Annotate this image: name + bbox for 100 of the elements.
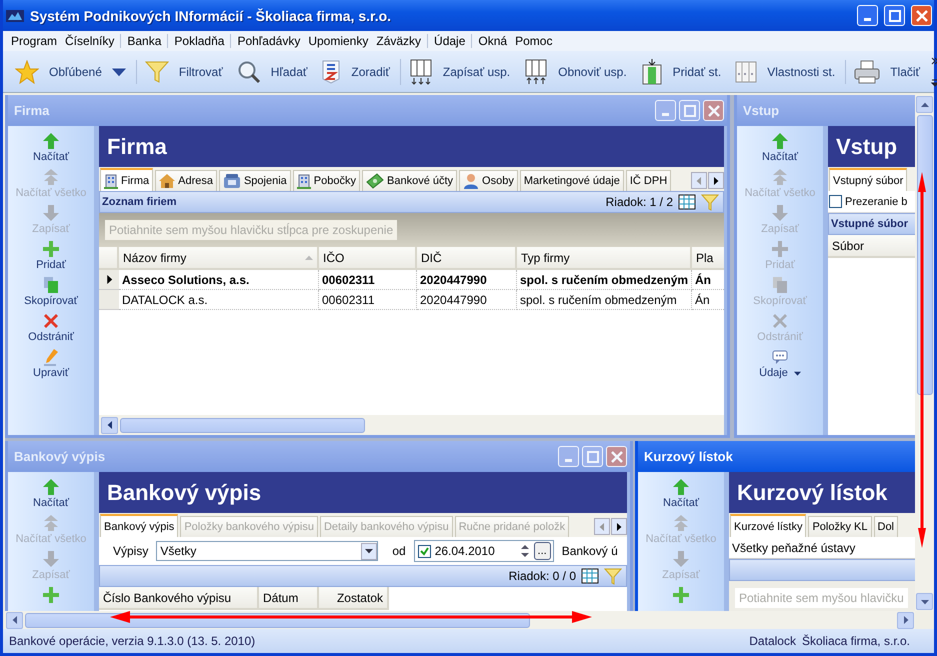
tab[interactable]: Kurzové lístky (730, 514, 806, 537)
toolbar-button[interactable]: Filtrovať (136, 60, 229, 84)
tab[interactable]: Vstupný súbor (829, 168, 908, 191)
statements-dropdown[interactable]: Všetky (156, 541, 378, 561)
maximize-button[interactable] (582, 446, 603, 467)
action-button[interactable]: Načítať (663, 478, 699, 509)
menu-item[interactable]: Pomoc (511, 34, 556, 48)
maximize-icon (684, 104, 696, 116)
minimize-button[interactable] (857, 5, 878, 26)
tab[interactable]: Marketingové údaje (520, 170, 624, 191)
grid-icon (678, 194, 696, 210)
table-cell: spol. s ručením obmedzeným (517, 270, 692, 290)
minimize-icon (662, 113, 669, 116)
action-button[interactable]: Odstrániť (28, 312, 74, 343)
close-icon (770, 312, 789, 330)
down-arrow-icon (42, 550, 60, 568)
columns-down-icon (408, 58, 433, 84)
right-arrow-icon (712, 176, 720, 184)
menu-item[interactable]: Údaje (427, 34, 470, 48)
tab[interactable]: Osoby (459, 170, 518, 191)
action-button[interactable] (672, 586, 690, 604)
tab[interactable]: Položky KL (808, 516, 872, 537)
tab[interactable]: IČ DPH (626, 170, 672, 191)
toolbar-button[interactable]: Obľúbené (9, 60, 132, 84)
column-header[interactable]: DIČ (417, 247, 517, 270)
close-button[interactable] (703, 100, 724, 121)
action-button[interactable] (42, 586, 60, 604)
minimize-button[interactable] (558, 446, 579, 467)
section-title: Zoznam firiem (102, 196, 177, 208)
down-arrow-icon (672, 550, 690, 568)
menu-item[interactable]: Upomienky (304, 34, 372, 48)
column-header[interactable]: Názov firmy (119, 247, 319, 270)
toolbar-button[interactable]: Hľadať (230, 60, 314, 84)
checkbox[interactable] (418, 544, 431, 558)
plus-icon (771, 240, 789, 258)
column-header[interactable]: Pla (692, 247, 724, 270)
close-button[interactable] (606, 446, 627, 467)
tab[interactable]: Firma (100, 168, 154, 191)
calendar-button[interactable]: ... (534, 542, 551, 560)
table-cell: 2020447990 (417, 270, 517, 290)
column-header[interactable]: Dátum (259, 587, 319, 610)
maximize-button[interactable] (884, 5, 905, 26)
menu-item[interactable]: Okná (471, 34, 512, 48)
action-button[interactable]: Údaje (759, 348, 801, 379)
column-header[interactable]: Zostatok (319, 587, 389, 610)
tab[interactable]: Dol (874, 516, 898, 537)
menu-item[interactable]: Záväzky (372, 34, 426, 48)
column-header[interactable]: Súbor (828, 235, 915, 258)
column-header[interactable]: IČO (319, 247, 417, 270)
horizontal-scrollbar[interactable] (5, 611, 915, 629)
menu-item[interactable]: Banka (120, 34, 166, 48)
menu-item[interactable]: Pokladňa (167, 34, 228, 48)
menu-item[interactable]: Program (7, 34, 62, 48)
status-company: Školiaca firma, s.r.o. (802, 634, 910, 648)
page-header: Vstup (828, 126, 915, 167)
toolbar-button[interactable]: Pridať st. (634, 58, 728, 84)
toolbar-button[interactable]: Zoradiť (315, 60, 396, 84)
checkbox[interactable] (829, 195, 842, 208)
double-up-arrow-icon (770, 168, 789, 186)
toolbar-button[interactable]: Obnoviť usp. (518, 58, 633, 84)
action-button[interactable]: Skopírovať (24, 276, 78, 307)
table-cell: Asseco Solutions, a.s. (119, 270, 319, 290)
plus-icon (672, 586, 690, 604)
action-button[interactable]: Pridať (36, 240, 66, 271)
plus-icon (42, 586, 60, 604)
menu-item[interactable]: Číselníky (61, 34, 118, 48)
maximize-icon (586, 450, 598, 462)
left-arrow-icon (10, 616, 18, 624)
toolbar-button[interactable]: Tlačiť (845, 60, 926, 84)
window-title: Bankový výpis (14, 449, 106, 464)
tab[interactable]: Spojenia (218, 170, 291, 191)
close-button[interactable] (911, 5, 932, 26)
column-header[interactable]: Typ firmy (517, 247, 692, 270)
maximize-button[interactable] (679, 100, 700, 121)
action-button[interactable]: Načítať (762, 132, 798, 163)
tab[interactable]: Bankové účty (362, 170, 458, 191)
toolbar-button[interactable]: Zapísať usp. (400, 58, 516, 84)
action-button[interactable]: Upraviť (33, 348, 69, 379)
row-counter: Riadok: 0 / 0 (508, 569, 576, 583)
tab[interactable]: Adresa (155, 170, 217, 191)
tab[interactable]: Bankový výpis (100, 514, 178, 537)
action-button[interactable]: Načítať (33, 132, 69, 163)
column-header[interactable]: Číslo Bankového výpisu (99, 587, 259, 610)
action-button[interactable]: Načítať (33, 478, 69, 509)
menu-item[interactable]: Pohľadávky (230, 34, 304, 48)
page-header: Firma (99, 126, 724, 167)
down-arrow-icon (770, 204, 789, 222)
double-up-arrow-icon (42, 168, 60, 186)
date-field[interactable]: 26.04.2010 ... (414, 540, 554, 562)
scroll-right-button[interactable] (708, 172, 724, 189)
building-icon (104, 172, 118, 188)
spin-icon (520, 543, 530, 559)
minimize-button[interactable] (655, 100, 676, 121)
scroll-right-button[interactable] (611, 518, 627, 535)
tab[interactable]: Pobočky (292, 170, 360, 191)
horizontal-scrollbar[interactable] (99, 415, 724, 435)
page-header: Bankový výpis (99, 472, 627, 513)
toolbar-button[interactable]: Vlastnosti st. (729, 60, 842, 84)
right-arrow-icon (902, 616, 910, 624)
banknote-icon (366, 173, 384, 189)
